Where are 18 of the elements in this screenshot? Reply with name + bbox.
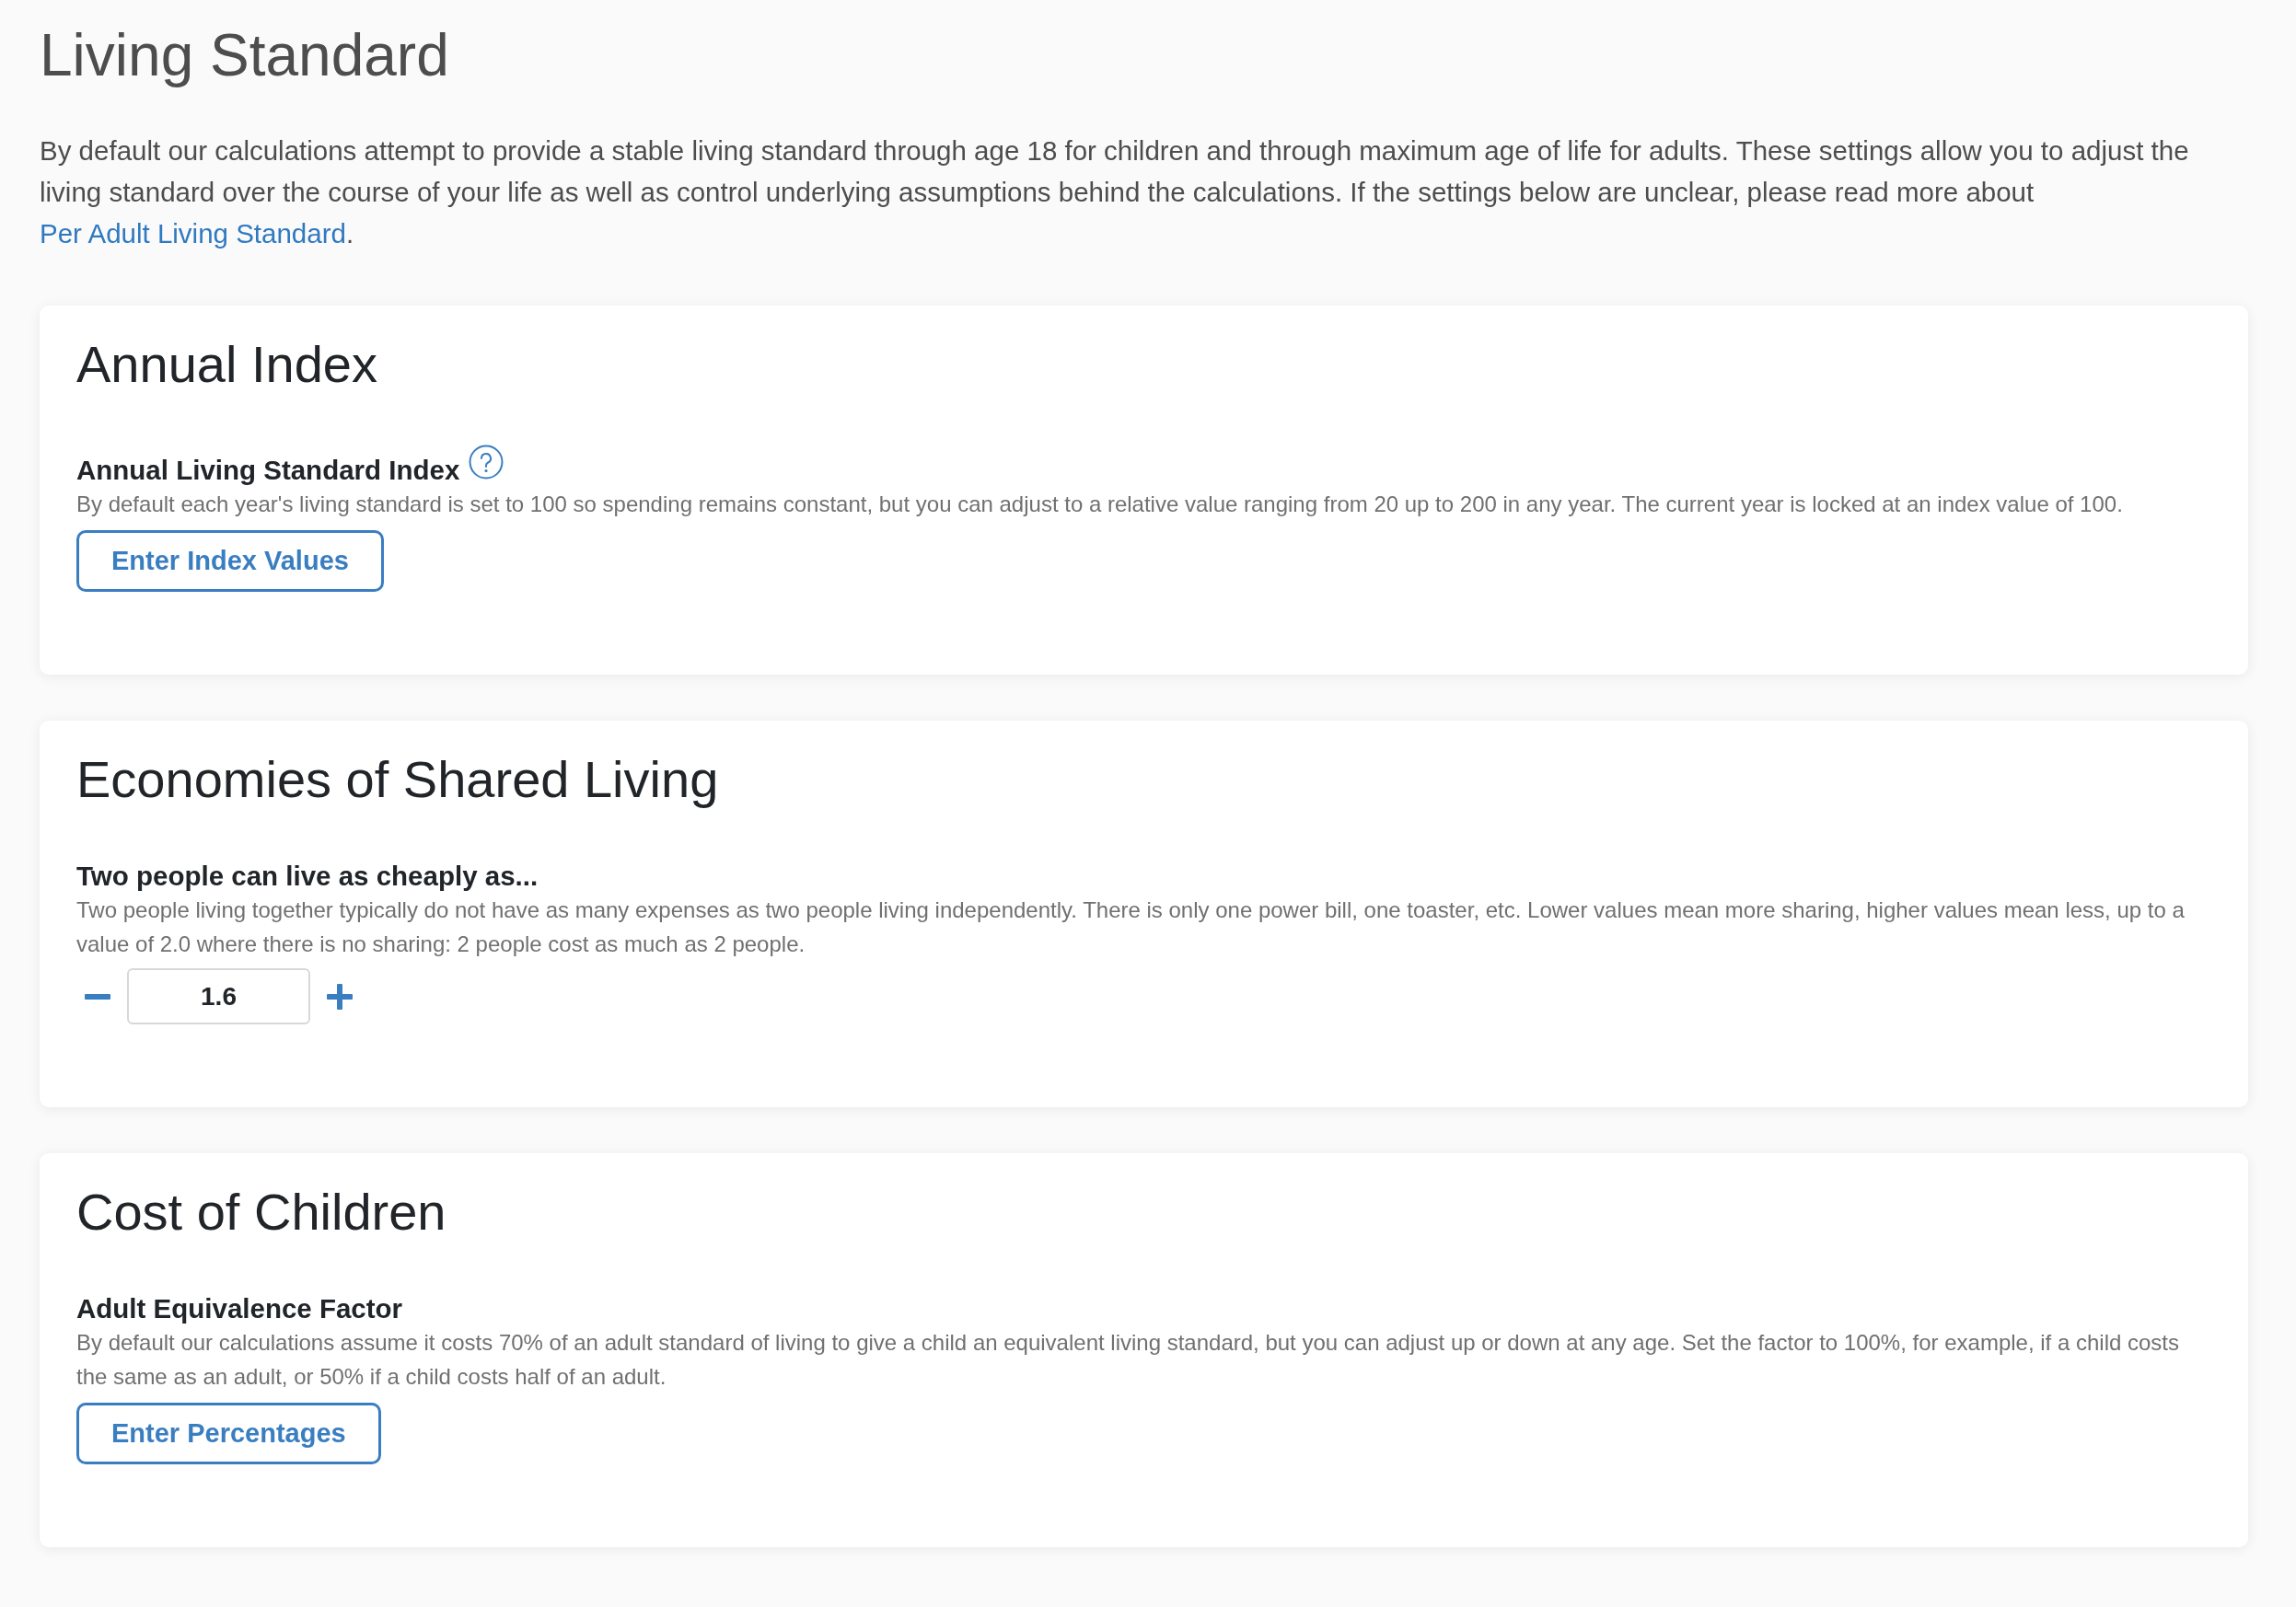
plus-icon bbox=[327, 983, 353, 1010]
setting-description: By default our calculations assume it costs 70% of an adult standard of living to give a child an equivalent living standard, but you can adjust up or down at any age. Set the factor to 100%, for example, if a child costs the same as an adult, or 50% if a child costs half of an adult. bbox=[76, 1329, 2180, 1391]
setting-label: Adult Equivalence Factor bbox=[76, 1292, 403, 1325]
section-heading: Economies of Shared Living bbox=[76, 749, 720, 810]
setting-label: Annual Living Standard Index bbox=[76, 454, 460, 487]
minus-icon bbox=[85, 993, 110, 1000]
number-field[interactable]: 1.6 bbox=[127, 968, 310, 1024]
setting-label: Two people can live as cheaply as... bbox=[76, 860, 539, 893]
intro-paragraph: By default our calculations attempt to provide a stable living standard through age 18 for children and through maximum age of life for adults. These settings allow you to adjust the living standard over the course of your life as well as control underlying assumptions behind the calculations. If the settings below are unclear, please read more about Per Adult Living Standard. bbox=[40, 134, 2190, 250]
setting-description: Two people living together typically do not have as many expenses as two people living independently. There is only one power bill, one toaster, etc. Lower values mean more sharing, higher values mean less, up to a value of 2.0 where there is no sharing: 2 people cost as much as 2 people. bbox=[76, 896, 2186, 958]
action-button[interactable]: Enter Index Values bbox=[76, 530, 384, 592]
help-icon[interactable] bbox=[469, 445, 504, 480]
section-heading: Cost of Children bbox=[76, 1182, 447, 1243]
action-button[interactable]: Enter Percentages bbox=[76, 1403, 381, 1464]
section-heading: Annual Index bbox=[76, 334, 378, 395]
setting-description: By default each year's living standard is set to 100 so spending remains constant, but you can adjust to a relative value ranging from 20 up to 200 in any year. The current year is locked at an index value of 100. bbox=[76, 491, 2124, 518]
intro-link[interactable]: Per Adult Living Standard bbox=[40, 218, 346, 249]
page-title: Living Standard bbox=[40, 21, 450, 90]
